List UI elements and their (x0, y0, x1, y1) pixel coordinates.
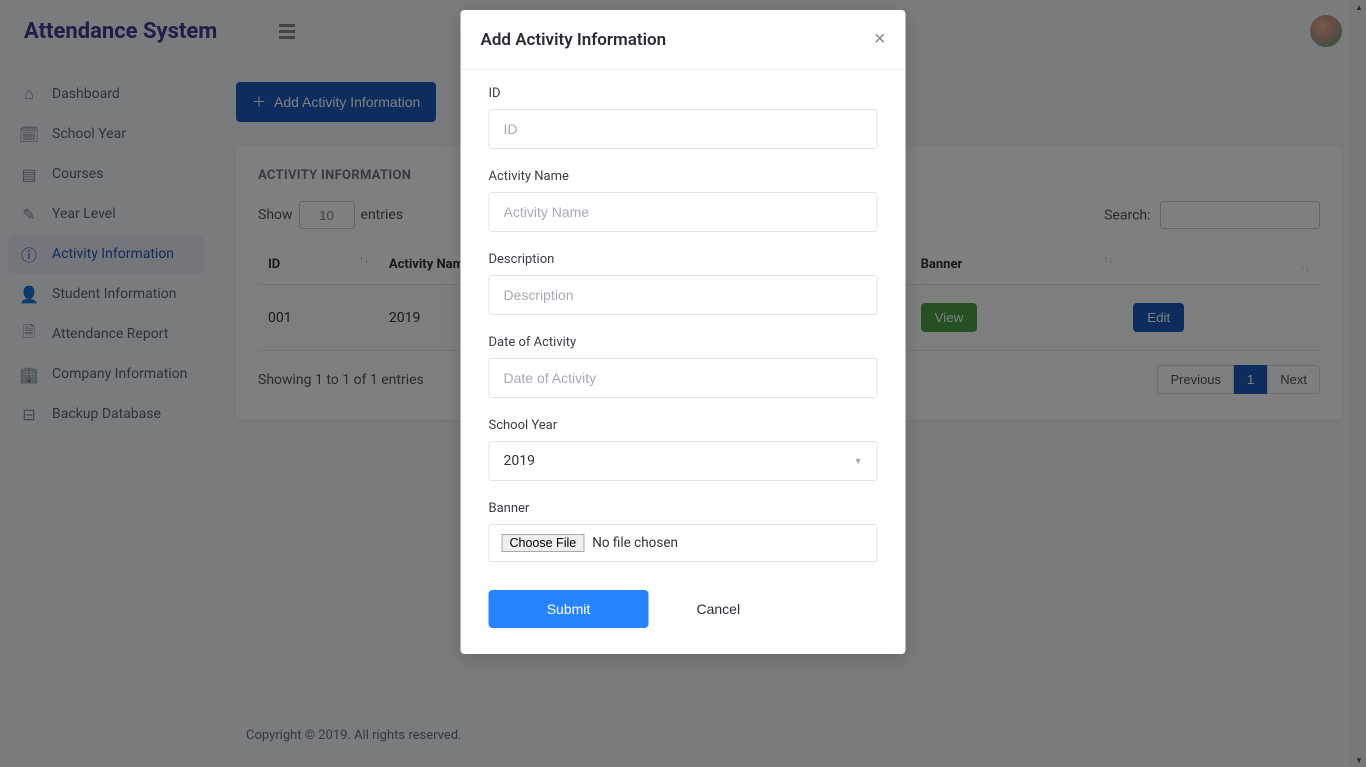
modal-title: Add Activity Information (481, 30, 667, 50)
date-input[interactable] (489, 358, 878, 398)
close-icon: × (874, 28, 886, 50)
banner-file-input[interactable]: Choose File No file chosen (489, 524, 878, 562)
modal-actions: Submit Cancel (489, 590, 878, 628)
banner-label: Banner (489, 501, 878, 516)
add-activity-modal: Add Activity Information × ID Activity N… (461, 10, 906, 654)
modal-header: Add Activity Information × (461, 10, 906, 70)
school-year-value: 2019 (504, 453, 535, 469)
submit-button[interactable]: Submit (489, 590, 649, 628)
file-status-text: No file chosen (592, 535, 678, 551)
date-label: Date of Activity (489, 335, 878, 350)
school-year-label: School Year (489, 418, 878, 433)
description-input[interactable] (489, 275, 878, 315)
modal-close-button[interactable]: × (874, 28, 886, 51)
activity-name-input[interactable] (489, 192, 878, 232)
school-year-select[interactable]: 2019 ▼ (489, 441, 878, 481)
id-input[interactable] (489, 109, 878, 149)
cancel-button[interactable]: Cancel (681, 590, 757, 628)
modal-body: ID Activity Name Description Date of Act… (461, 70, 906, 654)
activity-name-label: Activity Name (489, 169, 878, 184)
description-label: Description (489, 252, 878, 267)
id-label: ID (489, 86, 878, 101)
choose-file-button[interactable]: Choose File (502, 534, 585, 552)
chevron-down-icon: ▼ (854, 456, 863, 467)
